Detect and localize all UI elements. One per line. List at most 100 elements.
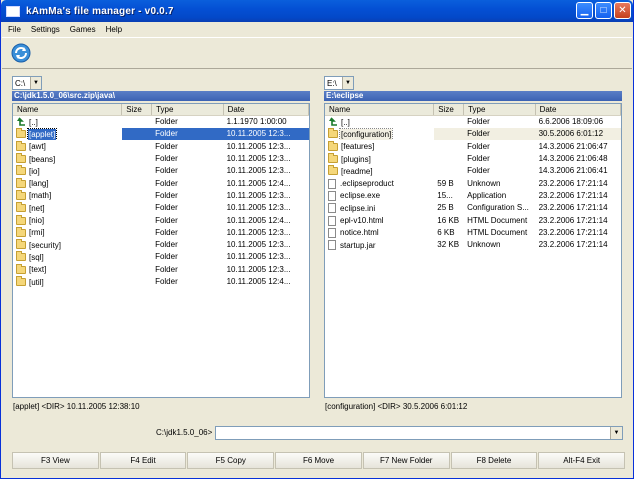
- column-header-size[interactable]: Size: [122, 104, 153, 115]
- file-name-cell: [rmi]: [13, 226, 122, 239]
- chevron-down-icon[interactable]: ▼: [30, 77, 41, 89]
- column-header-size[interactable]: Size: [434, 104, 465, 115]
- file-icon: [328, 227, 336, 238]
- refresh-icon: [11, 43, 31, 63]
- file-row[interactable]: startup.jar 32 KB Unknown 23.2.2006 17:21:1…: [325, 239, 621, 251]
- command-input[interactable]: ▼: [215, 426, 623, 440]
- file-type: Folder: [155, 190, 178, 200]
- folder-icon: [16, 226, 26, 237]
- column-header-name[interactable]: Name: [13, 104, 123, 115]
- file-type: Unknown: [467, 178, 501, 188]
- panel-splitter[interactable]: [313, 72, 321, 416]
- file-row[interactable]: [..] Folder 6.6.2006 18:09:06: [325, 116, 621, 128]
- file-type: Application: [467, 190, 507, 200]
- column-header-type[interactable]: Type: [152, 104, 224, 115]
- file-row[interactable]: [math] Folder 10.11.2005 12:3...: [13, 189, 309, 202]
- file-row[interactable]: [configuration] Folder 30.5.2006 6:01:12: [325, 128, 621, 141]
- right-panel: E:\ ▼ E:\eclipse Name Size Type Date [..…: [321, 72, 625, 416]
- exit-button[interactable]: Alt-F4 Exit: [538, 452, 626, 469]
- menu-file[interactable]: File: [7, 25, 22, 34]
- column-header-name[interactable]: Name: [325, 104, 435, 115]
- file-type: Folder: [467, 166, 490, 176]
- file-row[interactable]: [features] Folder 14.3.2006 21:06:47: [325, 140, 621, 153]
- file-row[interactable]: notice.html 6 KB HTML Document 23.2.2006 17…: [325, 227, 621, 239]
- file-row[interactable]: [awt] Folder 10.11.2005 12:3...: [13, 140, 309, 153]
- left-file-list[interactable]: Name Size Type Date [..] Folder 1.1.1970 1…: [12, 103, 310, 398]
- file-row[interactable]: [beans] Folder 10.11.2005 12:3...: [13, 153, 309, 165]
- file-size: [434, 116, 464, 128]
- file-row[interactable]: [lang] Folder 10.11.2005 12:4...: [13, 177, 309, 189]
- f7-new-folder-button[interactable]: F7 New Folder: [362, 452, 450, 469]
- file-row[interactable]: epl-v10.html 16 KB HTML Document 23.2.2006 …: [325, 214, 621, 226]
- title-bar[interactable]: kAmMa's file manager - v0.0.7 ▁ □ ✕: [1, 0, 633, 22]
- f5-copy-button[interactable]: F5 Copy: [187, 452, 275, 469]
- file-date: 10.11.2005 12:3...: [226, 166, 291, 176]
- file-size: [122, 141, 152, 153]
- column-header-date[interactable]: Date: [224, 104, 309, 115]
- f8-delete-button[interactable]: F8 Delete: [450, 452, 538, 469]
- minimize-button[interactable]: ▁: [576, 2, 593, 19]
- file-size: [122, 165, 152, 177]
- maximize-button[interactable]: □: [595, 2, 612, 19]
- file-date: 23.2.2006 17:21:14: [538, 227, 608, 237]
- refresh-button[interactable]: [9, 41, 33, 65]
- file-name: eclipse.ini: [340, 203, 376, 213]
- left-status-bar: [applet] <DIR> 10.11.2005 12:38:10: [13, 402, 140, 411]
- f6-move-button[interactable]: F6 Move: [275, 452, 362, 469]
- column-header-type[interactable]: Type: [464, 104, 536, 115]
- file-icon: [328, 178, 336, 189]
- file-date: 10.11.2005 12:3...: [223, 128, 309, 141]
- file-name-cell: [text]: [13, 263, 122, 276]
- file-row[interactable]: [util] Folder 10.11.2005 12:4...: [13, 276, 309, 288]
- file-row[interactable]: eclipse.ini 25 B Configuration S... 23.2.20…: [325, 202, 621, 214]
- file-row[interactable]: eclipse.exe 15... Application 23.2.2006 17:…: [325, 190, 621, 202]
- left-drive-select[interactable]: C:\ ▼: [12, 76, 42, 90]
- menu-help[interactable]: Help: [105, 25, 123, 34]
- file-icon: [328, 215, 336, 226]
- file-size: [122, 190, 152, 202]
- file-name-cell: [..]: [13, 116, 122, 128]
- file-row[interactable]: [io] Folder 10.11.2005 12:3...: [13, 165, 309, 177]
- file-row[interactable]: [net] Folder 10.11.2005 12:3...: [13, 202, 309, 214]
- close-button[interactable]: ✕: [614, 2, 631, 19]
- chevron-down-icon[interactable]: ▼: [610, 427, 622, 439]
- file-row[interactable]: .eclipseproduct 59 B Unknown 23.2.2006 17:2…: [325, 177, 621, 189]
- file-size: [122, 116, 152, 128]
- folder-icon: [16, 140, 26, 151]
- file-row[interactable]: [security] Folder 10.11.2005 12:3...: [13, 239, 309, 251]
- file-size: [122, 202, 152, 214]
- function-key-bar: F3 View F4 Edit F5 Copy F6 Move F7 New F…: [12, 452, 626, 469]
- chevron-down-icon[interactable]: ▼: [342, 77, 353, 89]
- file-date: 10.11.2005 12:3...: [226, 240, 291, 250]
- right-file-list[interactable]: Name Size Type Date [..] Folder 6.6.2006 1…: [324, 103, 622, 398]
- file-icon: [328, 190, 336, 201]
- file-size: [122, 251, 152, 263]
- right-drive-select[interactable]: E:\ ▼: [324, 76, 354, 90]
- f4-edit-button[interactable]: F4 Edit: [99, 452, 187, 469]
- file-row[interactable]: [text] Folder 10.11.2005 12:3...: [13, 263, 309, 276]
- file-name: [net]: [29, 203, 45, 213]
- file-date: 10.11.2005 12:3...: [226, 154, 291, 164]
- file-name: [..]: [29, 117, 38, 127]
- file-name: [lang]: [29, 179, 49, 189]
- column-header-date[interactable]: Date: [536, 104, 621, 115]
- file-name: notice.html: [340, 228, 379, 238]
- command-prompt-label: C:\jdk1.5.0_06>: [156, 428, 213, 437]
- file-row[interactable]: [nio] Folder 10.11.2005 12:4...: [13, 214, 309, 226]
- window-title: kAmMa's file manager - v0.0.7: [26, 5, 174, 17]
- file-name: [nio]: [29, 216, 45, 226]
- f3-view-button[interactable]: F3 View: [12, 452, 99, 469]
- file-type: Configuration S...: [467, 203, 529, 213]
- file-row[interactable]: [applet] Folder 10.11.2005 12:3...: [13, 128, 309, 141]
- file-name-cell: [io]: [13, 165, 122, 177]
- file-row[interactable]: [..] Folder 1.1.1970 1:00:00: [13, 116, 309, 128]
- folder-icon: [328, 165, 338, 176]
- file-row[interactable]: [sql] Folder 10.11.2005 12:3...: [13, 251, 309, 263]
- file-name-cell: eclipse.exe: [325, 190, 434, 202]
- file-row[interactable]: [readme] Folder 14.3.2006 21:06:41: [325, 165, 621, 177]
- menu-games[interactable]: Games: [69, 25, 97, 34]
- menu-settings[interactable]: Settings: [30, 25, 61, 34]
- file-type: Folder: [155, 264, 178, 274]
- file-row[interactable]: [rmi] Folder 10.11.2005 12:3...: [13, 226, 309, 239]
- file-row[interactable]: [plugins] Folder 14.3.2006 21:06:48: [325, 153, 621, 165]
